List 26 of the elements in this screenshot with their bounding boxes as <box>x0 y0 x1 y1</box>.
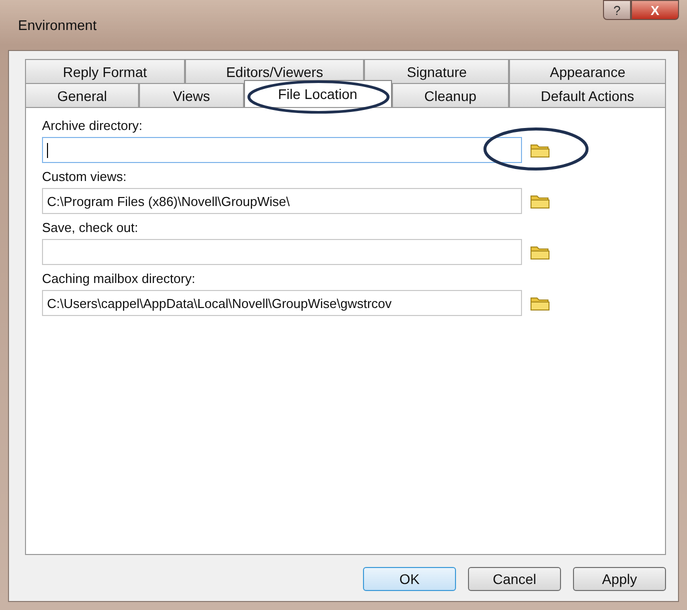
folder-icon[interactable] <box>530 142 550 158</box>
input-field[interactable]: C:\Users\cappel\AppData\Local\Novell\GroupWise\gwstrcov <box>42 290 522 316</box>
tab[interactable]: Editors/Viewers <box>184 59 364 83</box>
tab[interactable]: Views <box>139 83 244 107</box>
field-label: Custom views: <box>42 169 128 184</box>
tab[interactable]: Appearance <box>509 59 666 83</box>
field-label: Archive directory: <box>42 118 144 133</box>
tab[interactable]: Default Actions <box>508 83 666 107</box>
dialog-button[interactable]: Cancel <box>468 567 561 591</box>
input-field[interactable] <box>42 137 522 163</box>
field-label: Caching mailbox directory: <box>42 271 196 286</box>
dialog-button[interactable]: Apply <box>573 567 666 591</box>
close-button[interactable]: X <box>631 0 679 20</box>
tab[interactable]: General <box>25 83 140 107</box>
folder-icon[interactable] <box>530 193 550 209</box>
tab[interactable]: Cleanup <box>392 83 509 107</box>
help-button[interactable]: ? <box>603 0 631 20</box>
tab[interactable]: Signature <box>364 59 510 83</box>
folder-icon[interactable] <box>530 244 550 260</box>
folder-icon[interactable] <box>530 295 550 311</box>
input-field[interactable] <box>42 239 522 265</box>
window-title: Environment <box>18 17 97 33</box>
input-field[interactable]: C:\Program Files (x86)\Novell\GroupWise\ <box>42 188 522 214</box>
field-label: Save, check out: <box>42 220 140 235</box>
dialog-button[interactable]: OK <box>363 567 456 591</box>
tab[interactable]: Reply Format <box>25 59 185 83</box>
